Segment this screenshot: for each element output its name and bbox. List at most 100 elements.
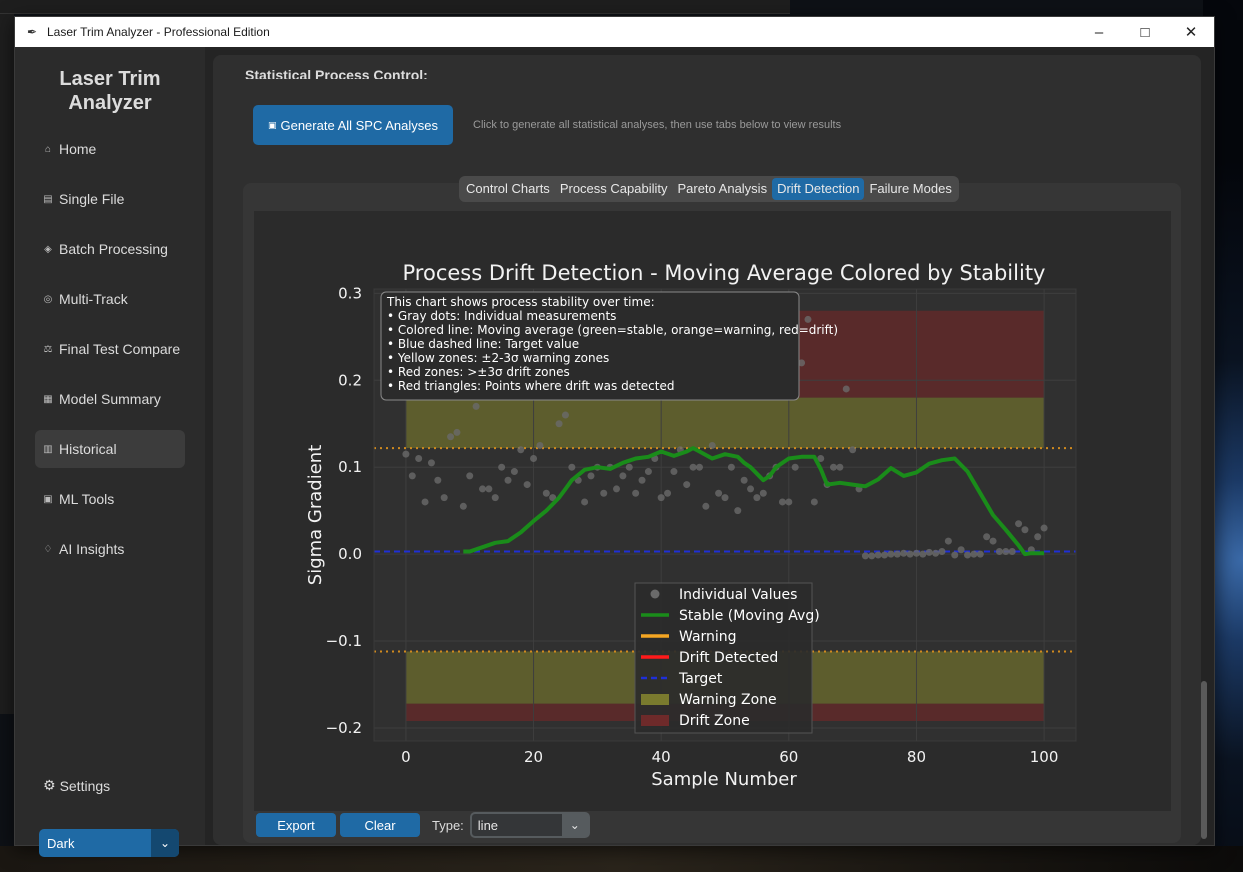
data-point	[510, 468, 518, 476]
export-button[interactable]: Export	[256, 813, 336, 837]
y-tick-label: 0.1	[338, 458, 362, 476]
chart-toolbar: Export Clear Type: line ⌄	[256, 812, 590, 838]
legend-label: Individual Values	[679, 587, 797, 603]
tab-failure-modes[interactable]: Failure Modes	[864, 178, 956, 200]
data-point	[995, 548, 1003, 556]
data-point	[581, 498, 589, 506]
data-point	[702, 502, 710, 510]
theme-dropdown[interactable]: Dark ⌄	[39, 829, 179, 857]
data-point	[440, 494, 448, 502]
legend-label: Warning Zone	[679, 692, 777, 708]
data-point	[447, 433, 455, 441]
file-icon: ▤	[43, 193, 53, 205]
sidebar-item-label: Multi-Track	[59, 291, 128, 307]
tab-drift-detection[interactable]: Drift Detection	[772, 178, 865, 200]
multitrack-icon: ◎	[43, 293, 53, 305]
window-controls: – □ ✕	[1076, 17, 1214, 47]
data-point	[842, 385, 850, 393]
sidebar-item-label: Model Summary	[59, 391, 161, 407]
sidebar-item-single-file[interactable]: ▤ Single File	[35, 180, 185, 218]
tab-control-charts[interactable]: Control Charts	[461, 178, 555, 200]
y-tick-label: 0.0	[338, 545, 362, 563]
data-point	[708, 441, 716, 449]
app-window: ✒ Laser Trim Analyzer - Professional Edi…	[14, 16, 1215, 857]
data-point	[491, 494, 499, 502]
compare-icon: ⚖	[43, 343, 53, 355]
home-icon: ⌂	[44, 143, 52, 155]
main-content: Statistical Process Control: ▣ Generate …	[205, 47, 1214, 845]
close-button[interactable]: ✕	[1168, 17, 1214, 47]
data-point	[976, 550, 984, 558]
legend-label: Warning	[679, 629, 737, 645]
data-point	[530, 455, 538, 462]
history-icon: ▥	[43, 443, 53, 455]
data-point	[619, 472, 627, 480]
chevron-down-icon[interactable]: ⌄	[561, 814, 588, 836]
clear-button[interactable]: Clear	[340, 813, 420, 837]
chart-title: Process Drift Detection - Moving Average…	[403, 261, 1046, 285]
tab-pareto-analysis[interactable]: Pareto Analysis	[672, 178, 772, 200]
data-point	[568, 463, 576, 471]
sidebar-item-label: Historical	[59, 441, 117, 457]
data-point	[734, 507, 742, 515]
y-tick-label: −0.2	[326, 719, 362, 737]
x-tick-label: 40	[652, 748, 671, 766]
data-point	[408, 472, 416, 480]
feather-icon: ✒	[26, 25, 38, 39]
legend-label: Stable (Moving Avg)	[679, 608, 820, 624]
tab-process-capability[interactable]: Process Capability	[555, 178, 673, 200]
generate-spc-button[interactable]: ▣ Generate All SPC Analyses	[253, 105, 453, 145]
settings-button[interactable]: ⚙ Settings	[43, 777, 110, 794]
data-point	[970, 550, 978, 558]
data-point	[747, 485, 755, 493]
info-line: • Colored line: Moving average (green=st…	[387, 323, 838, 337]
data-point	[683, 481, 691, 489]
legend-label: Drift Detected	[679, 650, 778, 666]
chart-type-dropdown[interactable]: line ⌄	[469, 812, 590, 838]
sidebar-item-ml-tools[interactable]: ▣ ML Tools	[35, 480, 185, 518]
data-point	[989, 537, 997, 545]
data-point	[829, 463, 837, 471]
data-point	[657, 494, 665, 502]
sidebar-item-label: ML Tools	[59, 491, 115, 507]
data-point	[689, 463, 697, 471]
spc-panel: Statistical Process Control: ▣ Generate …	[213, 55, 1207, 845]
data-point	[517, 446, 525, 454]
sidebar-item-batch-processing[interactable]: ◈ Batch Processing	[35, 230, 185, 268]
maximize-button[interactable]: □	[1122, 17, 1168, 47]
info-line: • Gray dots: Individual measurements	[387, 309, 616, 323]
sidebar-item-model-summary[interactable]: ▦ Model Summary	[35, 380, 185, 418]
sidebar-item-historical[interactable]: ▥ Historical	[35, 430, 185, 468]
sidebar-item-multi-track[interactable]: ◎ Multi-Track	[35, 280, 185, 318]
background-wallpaper-bottom	[0, 846, 1243, 872]
chevron-down-icon[interactable]: ⌄	[151, 829, 179, 857]
sidebar-item-home[interactable]: ⌂ Home	[35, 130, 185, 168]
data-point	[695, 463, 703, 471]
legend-label: Target	[678, 671, 723, 687]
minimize-button[interactable]: –	[1076, 17, 1122, 47]
data-point	[478, 485, 486, 493]
warning-zone	[405, 397, 1045, 449]
data-point	[906, 550, 914, 558]
data-point	[632, 489, 640, 497]
data-point	[810, 498, 818, 506]
sidebar-item-ai-insights[interactable]: ♢ AI Insights	[35, 530, 185, 568]
data-point	[785, 498, 793, 506]
data-point	[919, 550, 927, 558]
data-point	[861, 552, 869, 560]
data-point	[740, 476, 748, 484]
sidebar-item-final-test-compare[interactable]: ⚖ Final Test Compare	[35, 330, 185, 368]
gear-icon: ⚙	[43, 777, 56, 793]
data-point	[523, 481, 531, 489]
data-point	[644, 468, 652, 476]
data-point	[925, 548, 933, 556]
legend-swatch	[641, 715, 669, 726]
data-point	[638, 476, 646, 484]
vertical-scrollbar[interactable]	[1201, 681, 1207, 839]
data-point	[893, 550, 901, 558]
data-point	[938, 548, 946, 556]
data-point	[1021, 526, 1029, 534]
data-point	[561, 411, 569, 419]
x-tick-label: 80	[907, 748, 926, 766]
data-point	[900, 549, 908, 557]
